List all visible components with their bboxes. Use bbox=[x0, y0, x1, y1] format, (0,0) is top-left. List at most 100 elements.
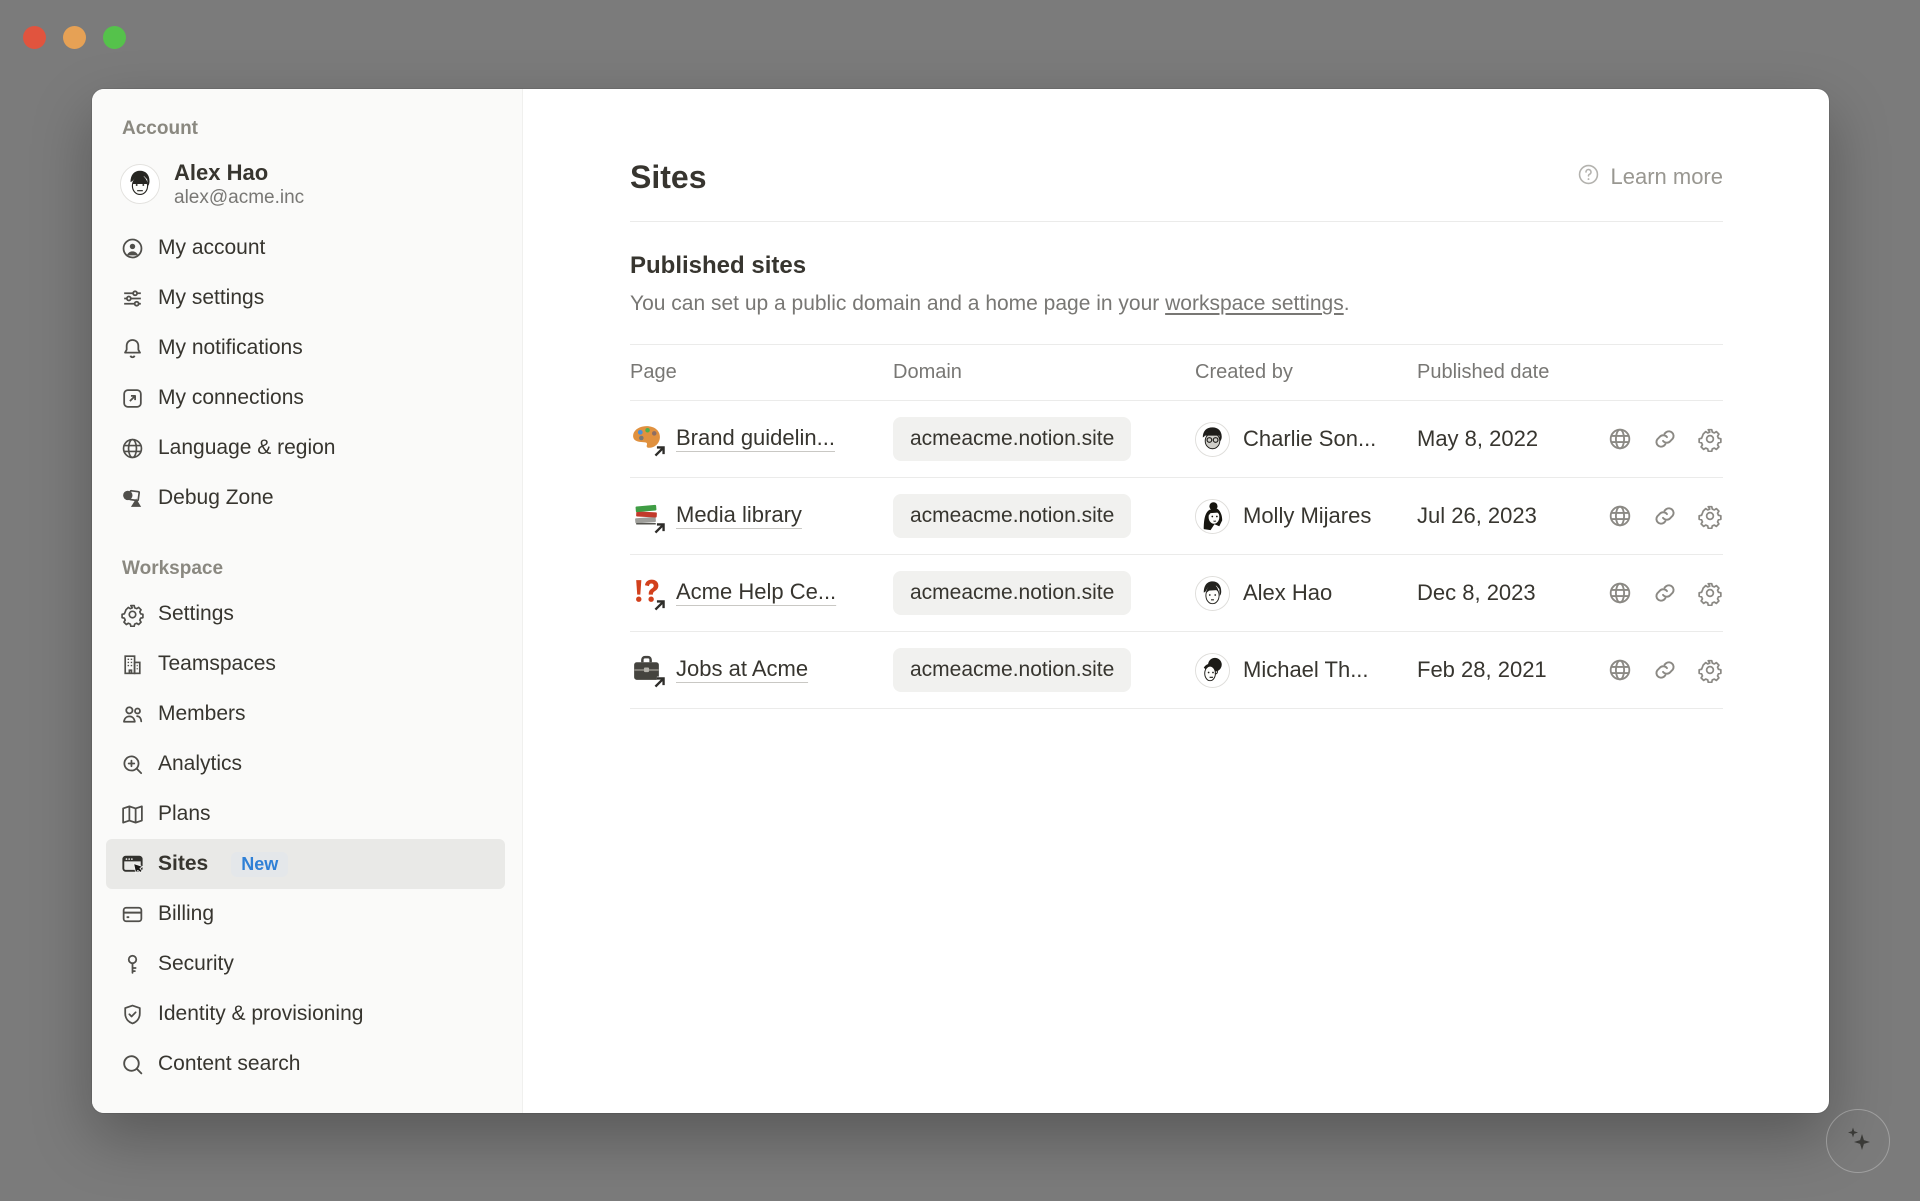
site-page-link[interactable]: Acme Help Ce... bbox=[676, 579, 836, 608]
avatar bbox=[1195, 576, 1230, 611]
sidebar-item-label: Sites bbox=[158, 852, 208, 876]
sidebar-item-plans[interactable]: Plans bbox=[106, 789, 505, 839]
header-divider bbox=[630, 221, 1723, 222]
avatar bbox=[1195, 499, 1230, 534]
sidebar-item-security[interactable]: Security bbox=[106, 939, 505, 989]
sidebar-item-label: Plans bbox=[158, 802, 211, 826]
creator-name: Charlie Son... bbox=[1243, 426, 1376, 452]
creator-name: Michael Th... bbox=[1243, 657, 1369, 683]
avatar bbox=[120, 164, 160, 204]
workspace-section-label: Workspace bbox=[122, 557, 522, 581]
site-page-link[interactable]: Media library bbox=[676, 502, 802, 531]
sidebar-item-label: Teamspaces bbox=[158, 652, 276, 676]
link-icon[interactable] bbox=[1652, 657, 1678, 683]
column-header-domain: Domain bbox=[893, 361, 1195, 384]
site-domain: acmeacme.notion.site bbox=[893, 648, 1131, 692]
link-icon[interactable] bbox=[1652, 503, 1678, 529]
account-user-row[interactable]: Alex Hao alex@acme.inc bbox=[106, 155, 505, 213]
globe-icon[interactable] bbox=[1607, 426, 1633, 452]
published-sites-table: Page Domain Created by Published date Br… bbox=[630, 344, 1723, 709]
sidebar-item-billing[interactable]: Billing bbox=[106, 889, 505, 939]
window-controls bbox=[23, 26, 126, 49]
people-icon bbox=[120, 702, 145, 727]
settings-dialog: Account Alex Hao alex@acme.inc My accoun… bbox=[92, 89, 1829, 1113]
globe-icon[interactable] bbox=[1607, 657, 1633, 683]
learn-more-link[interactable]: Learn more bbox=[1576, 162, 1723, 193]
sites-settings-panel: Sites Learn more Published sites You can… bbox=[523, 89, 1829, 1113]
question-circle-icon bbox=[1576, 162, 1601, 193]
ai-assistant-button[interactable] bbox=[1826, 1109, 1890, 1173]
learn-more-label: Learn more bbox=[1610, 164, 1723, 190]
workspace-settings-link[interactable]: workspace settings bbox=[1165, 292, 1344, 315]
person-circle-icon bbox=[120, 236, 145, 261]
shapes-icon bbox=[120, 486, 145, 511]
settings-sidebar: Account Alex Hao alex@acme.inc My accoun… bbox=[92, 89, 523, 1113]
link-icon[interactable] bbox=[1652, 426, 1678, 452]
account-section-label: Account bbox=[122, 117, 522, 141]
column-header-published-date: Published date bbox=[1417, 361, 1723, 384]
published-sites-description: You can set up a public domain and a hom… bbox=[630, 292, 1723, 316]
minimize-window-button[interactable] bbox=[63, 26, 86, 49]
published-date: Dec 8, 2023 bbox=[1417, 580, 1607, 606]
site-page-link[interactable]: Brand guidelin... bbox=[676, 425, 835, 454]
sidebar-item-label: Security bbox=[158, 952, 234, 976]
published-date: Feb 28, 2021 bbox=[1417, 657, 1607, 683]
globe-icon[interactable] bbox=[1607, 503, 1633, 529]
sidebar-item-label: My connections bbox=[158, 386, 304, 410]
avatar bbox=[1195, 422, 1230, 457]
shield-check-icon bbox=[120, 1002, 145, 1027]
sidebar-item-label: My account bbox=[158, 236, 265, 260]
sliders-icon bbox=[120, 286, 145, 311]
sidebar-item-settings[interactable]: Settings bbox=[106, 589, 505, 639]
table-row: Acme Help Ce... acmeacme.notion.site Ale… bbox=[630, 555, 1723, 632]
published-sites-heading: Published sites bbox=[630, 252, 1723, 280]
globe-icon[interactable] bbox=[1607, 580, 1633, 606]
sidebar-item-label: Billing bbox=[158, 902, 214, 926]
user-name: Alex Hao bbox=[174, 159, 304, 186]
gear-icon bbox=[120, 602, 145, 627]
published-date: Jul 26, 2023 bbox=[1417, 503, 1607, 529]
gear-icon[interactable] bbox=[1697, 580, 1723, 606]
sidebar-item-teamspaces[interactable]: Teamspaces bbox=[106, 639, 505, 689]
published-date: May 8, 2022 bbox=[1417, 426, 1607, 452]
gear-icon[interactable] bbox=[1697, 426, 1723, 452]
sidebar-item-label: Analytics bbox=[158, 752, 242, 776]
globe-icon bbox=[120, 436, 145, 461]
sidebar-item-members[interactable]: Members bbox=[106, 689, 505, 739]
site-domain: acmeacme.notion.site bbox=[893, 417, 1131, 461]
zoom-window-button[interactable] bbox=[103, 26, 126, 49]
column-header-page: Page bbox=[630, 361, 893, 384]
sidebar-item-my-notifications[interactable]: My notifications bbox=[106, 323, 505, 373]
site-page-link[interactable]: Jobs at Acme bbox=[676, 656, 808, 685]
sidebar-item-label: Language & region bbox=[158, 436, 336, 460]
table-row: Brand guidelin... acmeacme.notion.site C… bbox=[630, 401, 1723, 478]
sidebar-item-identity-provisioning[interactable]: Identity & provisioning bbox=[106, 989, 505, 1039]
column-header-created-by: Created by bbox=[1195, 361, 1417, 384]
bell-icon bbox=[120, 336, 145, 361]
gear-icon[interactable] bbox=[1697, 503, 1723, 529]
sidebar-item-content-search[interactable]: Content search bbox=[106, 1039, 505, 1089]
books-icon bbox=[630, 499, 665, 534]
palette-icon bbox=[630, 422, 665, 457]
table-header: Page Domain Created by Published date bbox=[630, 344, 1723, 401]
gear-icon[interactable] bbox=[1697, 657, 1723, 683]
close-window-button[interactable] bbox=[23, 26, 46, 49]
sidebar-item-my-account[interactable]: My account bbox=[106, 223, 505, 273]
link-icon[interactable] bbox=[1652, 580, 1678, 606]
interrobang-icon bbox=[630, 576, 665, 611]
sidebar-item-debug-zone[interactable]: Debug Zone bbox=[106, 473, 505, 523]
map-icon bbox=[120, 802, 145, 827]
avatar bbox=[1195, 653, 1230, 688]
sidebar-item-language-region[interactable]: Language & region bbox=[106, 423, 505, 473]
briefcase-icon bbox=[630, 653, 665, 688]
browser-cursor-icon bbox=[120, 852, 145, 877]
creator-name: Molly Mijares bbox=[1243, 503, 1371, 529]
sidebar-item-label: Members bbox=[158, 702, 246, 726]
sidebar-item-sites[interactable]: Sites New bbox=[106, 839, 505, 889]
sidebar-item-analytics[interactable]: Analytics bbox=[106, 739, 505, 789]
sidebar-item-label: Content search bbox=[158, 1052, 300, 1076]
sidebar-item-label: Identity & provisioning bbox=[158, 1002, 363, 1026]
sidebar-item-my-connections[interactable]: My connections bbox=[106, 373, 505, 423]
credit-card-icon bbox=[120, 902, 145, 927]
sidebar-item-my-settings[interactable]: My settings bbox=[106, 273, 505, 323]
